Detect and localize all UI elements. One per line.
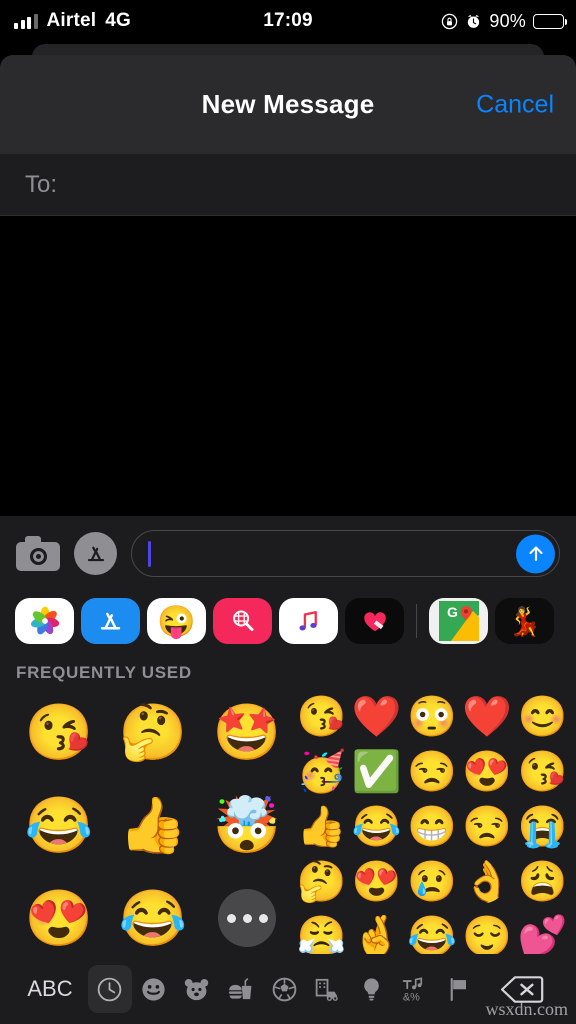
imessage-app-drawer[interactable]: 😜 G 💃 [0, 591, 576, 651]
app-store-icon[interactable] [74, 532, 117, 575]
symbols-icon: &% [402, 976, 423, 1003]
memoji-sticker[interactable]: 😘 [12, 689, 106, 775]
message-input[interactable] [131, 530, 560, 577]
emoji-key[interactable]: 😳 [404, 689, 459, 744]
status-bar-clock: 17:09 [263, 10, 313, 31]
recipient-field[interactable]: To: [0, 154, 576, 216]
send-button[interactable] [516, 534, 555, 573]
emoji-key[interactable]: 😭 [515, 799, 570, 854]
emoji-key[interactable]: 😊 [515, 689, 570, 744]
emoji-panel: FREQUENTLY USED 😘 🤔 🤩 😂 👍 🤯 😍 😂 😘 ❤️ 😳 ❤… [0, 651, 576, 957]
app-store-glyph [100, 612, 121, 629]
images-search-app-icon[interactable] [213, 598, 272, 644]
tab-travel[interactable] [306, 965, 350, 1013]
emoji-key[interactable]: 😘 [515, 744, 570, 799]
svg-text:G: G [447, 604, 458, 620]
maps-glyph: G [438, 601, 479, 641]
smiley-icon [142, 977, 165, 1001]
tab-smileys[interactable] [132, 965, 176, 1013]
memoji-sticker[interactable]: 🤔 [106, 689, 200, 775]
memoji-sticker[interactable]: 🤯 [200, 782, 294, 868]
iphone-screen: Airtel 4G 17:09 90% New Message Cancel T… [0, 0, 576, 1024]
emoji-key[interactable]: 🤔 [294, 854, 349, 909]
dot-icon [226, 913, 236, 923]
tab-food[interactable] [219, 965, 263, 1013]
cancel-button[interactable]: Cancel [476, 90, 554, 119]
emoji-key[interactable]: 👍 [294, 799, 349, 854]
tab-recent[interactable] [88, 965, 132, 1013]
page-title: New Message [201, 89, 375, 119]
bear-icon [185, 978, 209, 1000]
emoji-grid: 😘 ❤️ 😳 ❤️ 😊 🥳 ✅ 😒 😍 😘 👍 😂 😁 😒 😭 🤔 😍 😢 👌 [294, 689, 570, 964]
emoji-key[interactable]: 😁 [404, 799, 459, 854]
emoji-key[interactable]: ✅ [349, 744, 404, 799]
flag-icon [450, 977, 466, 1001]
recipient-label: To: [25, 170, 58, 198]
memoji-sticker[interactable]: 😂 [12, 782, 106, 868]
emoji-key[interactable]: ❤️ [349, 689, 404, 744]
memoji-sticker[interactable]: 😂 [106, 875, 200, 961]
app-drawer-separator [416, 604, 417, 638]
send-arrow-icon [528, 546, 543, 561]
emoji-key[interactable]: 😍 [349, 854, 404, 909]
emoji-key[interactable]: 😩 [515, 854, 570, 909]
lightbulb-icon [363, 977, 379, 1000]
clock-icon [98, 977, 122, 1001]
dot-icon [258, 913, 268, 923]
conversation-area [0, 216, 576, 516]
message-input-bar [0, 516, 576, 591]
digital-touch-app-icon[interactable] [345, 598, 404, 644]
emoji-key[interactable]: 😘 [294, 689, 349, 744]
car-building-icon [315, 978, 338, 1001]
abc-keyboard-button[interactable]: ABC [12, 965, 88, 1013]
memoji-stickers-app-icon[interactable]: 😜 [147, 598, 206, 644]
app-store-app-icon[interactable] [81, 598, 140, 644]
memoji-sticker[interactable]: 👍 [106, 782, 200, 868]
emoji-key[interactable]: 😒 [460, 799, 515, 854]
apple-music-app-icon[interactable] [279, 598, 338, 644]
memoji-more-cell [200, 875, 294, 961]
tab-objects[interactable] [349, 965, 393, 1013]
tab-animals[interactable] [175, 965, 219, 1013]
memoji-sticker-grid: 😘 🤔 🤩 😂 👍 🤯 😍 😂 [6, 689, 294, 964]
emoji-key[interactable]: ❤️ [460, 689, 515, 744]
emoji-key[interactable]: 😢 [404, 854, 459, 909]
food-icon [228, 977, 252, 999]
tab-activity[interactable] [262, 965, 306, 1013]
emoji-key[interactable]: 😂 [349, 799, 404, 854]
dot-icon [242, 913, 252, 923]
google-maps-app-icon[interactable]: G [429, 598, 488, 644]
camera-icon[interactable] [16, 536, 60, 571]
emoji-key[interactable]: 🥳 [294, 744, 349, 799]
heartbeat-glyph [363, 612, 386, 632]
emoji-key[interactable]: 😍 [460, 744, 515, 799]
text-cursor [148, 540, 151, 567]
memoji-sticker[interactable]: 😍 [12, 875, 106, 961]
images-search-glyph [232, 610, 253, 631]
soccer-ball-icon [272, 977, 296, 1001]
emoji-key[interactable]: 😒 [404, 744, 459, 799]
more-memoji-button[interactable] [218, 889, 276, 947]
photos-pinwheel-glyph [30, 606, 59, 635]
navigation-bar: New Message Cancel [0, 55, 576, 154]
memoji-sticker[interactable]: 🤩 [200, 689, 294, 775]
status-bar: Airtel 4G 17:09 90% [0, 0, 576, 42]
photos-app-icon[interactable] [15, 598, 74, 644]
tab-flags[interactable] [437, 965, 481, 1013]
battery-icon [533, 13, 568, 29]
emoji-key[interactable]: 👌 [460, 854, 515, 909]
app-store-glyph [87, 546, 104, 561]
emoji-panel-body: 😘 🤔 🤩 😂 👍 🤯 😍 😂 😘 ❤️ 😳 ❤️ 😊 🥳 ✅ 😒 😍 😘 👍 … [0, 689, 576, 964]
svg-text:&%: &% [403, 991, 420, 1003]
partial-app-icon[interactable]: 💃 [495, 598, 554, 644]
music-note-glyph [299, 610, 317, 630]
watermark: wsxdn.com [485, 999, 569, 1019]
section-header-frequently-used: FREQUENTLY USED [16, 663, 192, 682]
tab-symbols[interactable]: &% [393, 965, 437, 1013]
